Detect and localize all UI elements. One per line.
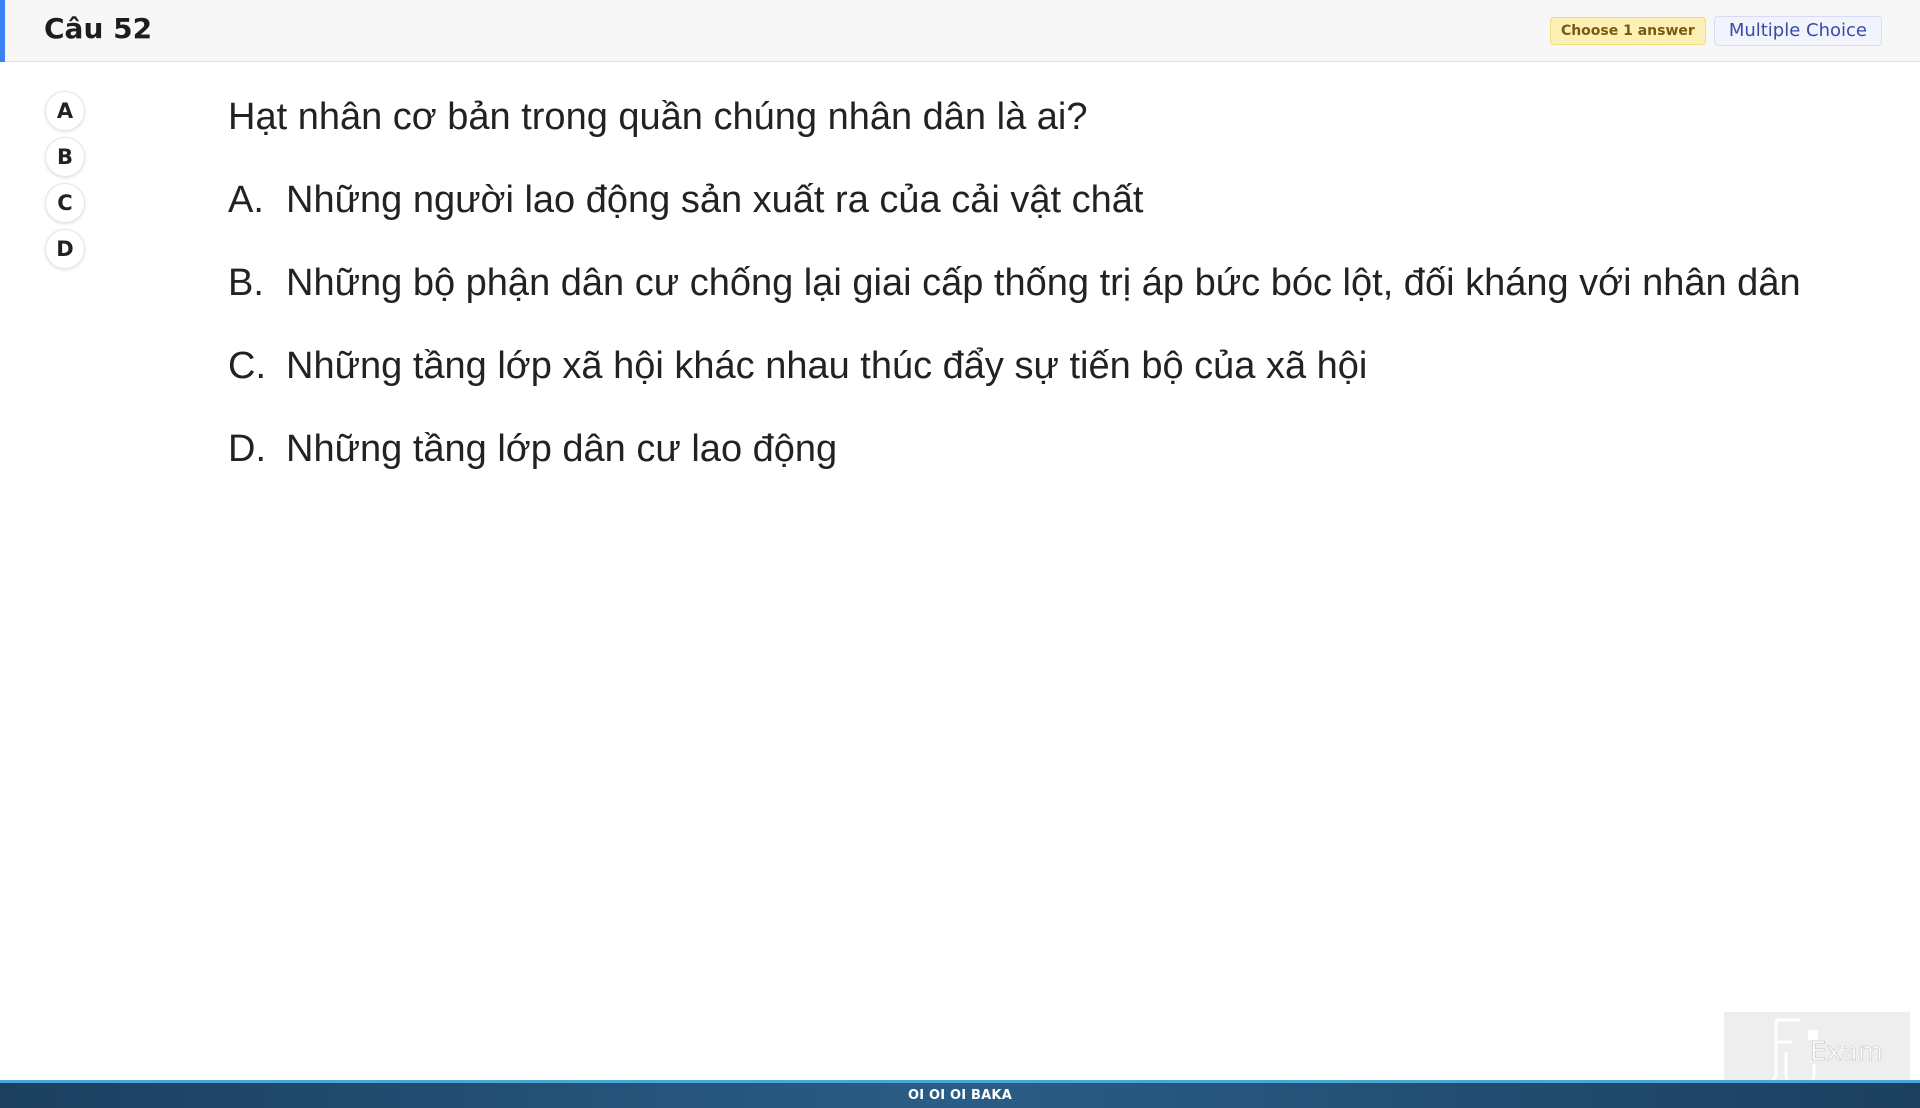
header-accent-bar [0, 0, 5, 62]
question-type-badge: Multiple Choice [1713, 16, 1882, 46]
choose-count-badge: Choose 1 answer [1549, 17, 1706, 45]
question-text: Hạt nhân cơ bản trong quần chúng nhân dâ… [228, 96, 1088, 138]
question-number-title: Câu 52 [44, 12, 153, 45]
choice-letter: C. [228, 345, 266, 387]
footer-text: OI OI OI BAKA [908, 1088, 1012, 1103]
answer-option-c[interactable]: C [45, 183, 85, 223]
footer-bar: OI OI OI BAKA [0, 1080, 1920, 1108]
choice-letter: D. [228, 428, 266, 470]
answer-option-b[interactable]: B [45, 137, 85, 177]
answer-selector: A B C D [45, 91, 87, 275]
choice-letter: B. [228, 262, 264, 304]
choice-letter: A. [228, 179, 264, 221]
choice-a: A. Những người lao động sản xuất ra của … [228, 173, 1828, 227]
quiz-page: Câu 52 Choose 1 answer Multiple Choice A… [0, 0, 1920, 1108]
watermark-text: Exam [1810, 1037, 1883, 1067]
header-badges: Choose 1 answer Multiple Choice [1549, 16, 1882, 46]
question-content: Hạt nhân cơ bản trong quần chúng nhân dâ… [228, 90, 1828, 505]
choice-text: Những tầng lớp xã hội khác nhau thúc đẩy… [286, 345, 1368, 387]
answer-option-d[interactable]: D [45, 229, 85, 269]
question-header: Câu 52 Choose 1 answer Multiple Choice [0, 0, 1920, 62]
choice-text: Những tầng lớp dân cư lao động [286, 428, 838, 470]
choice-c: C. Những tầng lớp xã hội khác nhau thúc … [228, 339, 1828, 393]
choice-text: Những người lao động sản xuất ra của cải… [286, 179, 1144, 221]
choice-d: D. Những tầng lớp dân cư lao động [228, 422, 1828, 476]
choice-b: B. Những bộ phận dân cư chống lại giai c… [228, 256, 1828, 310]
answer-option-a[interactable]: A [45, 91, 85, 131]
choice-text: Những bộ phận dân cư chống lại giai cấp … [286, 262, 1801, 304]
